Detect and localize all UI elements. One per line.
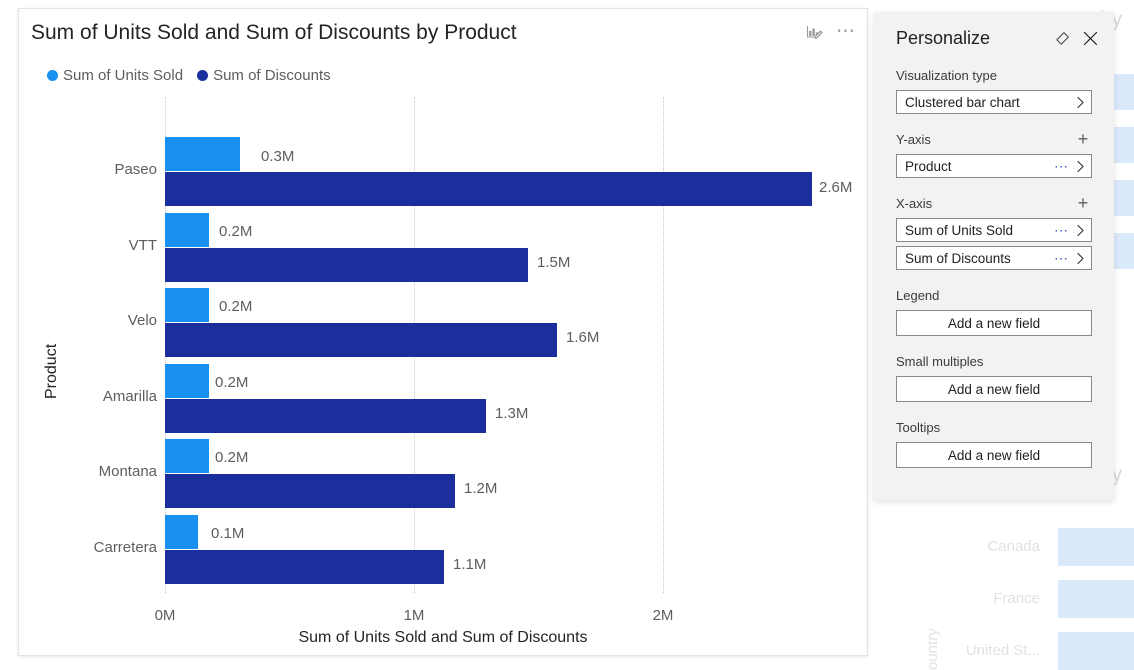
bar-label-units-sold-paseo: 0.3M	[261, 148, 295, 165]
group-label: Tooltips	[896, 419, 941, 435]
group-small-multiples: Small multiples Add a new field	[896, 350, 1092, 402]
background-category-label: France	[993, 590, 1040, 607]
bar-units-sold-velo[interactable]	[165, 288, 209, 322]
field-pill-product[interactable]: Product ⋯	[896, 154, 1092, 178]
visual-container[interactable]: Sum of Units Sold and Sum of Discounts b…	[18, 8, 868, 656]
group-label: X-axis	[896, 195, 933, 211]
chevron-right-icon	[1076, 224, 1085, 237]
bar-label-units-sold-carretera: 0.1M	[211, 525, 245, 542]
bar-discounts-montana[interactable]	[165, 474, 455, 508]
bar-label-units-sold-vtt: 0.2M	[219, 223, 253, 240]
x-axis-title: Sum of Units Sold and Sum of Discounts	[298, 629, 588, 646]
bar-discounts-amarilla[interactable]	[165, 399, 486, 433]
group-label: Small multiples	[896, 353, 984, 369]
bar-discounts-velo[interactable]	[165, 323, 557, 357]
chevron-right-icon	[1076, 160, 1085, 173]
add-new-field-tooltips[interactable]: Add a new field	[896, 442, 1092, 468]
background-category-label: Canada	[987, 538, 1040, 555]
close-x-icon[interactable]	[1076, 24, 1104, 52]
group-header: Visualization type	[896, 64, 1092, 86]
bar-units-sold-amarilla[interactable]	[165, 364, 209, 398]
group-label: Legend	[896, 287, 940, 303]
eraser-reset-icon[interactable]	[1048, 24, 1076, 52]
field-pill-visualization-type[interactable]: Clustered bar chart	[896, 90, 1092, 114]
group-header: Legend	[896, 284, 1092, 306]
field-pill-label: Product	[905, 158, 952, 174]
chevron-right-icon	[1076, 252, 1085, 265]
field-pill-label: Sum of Discounts	[905, 250, 1011, 266]
background-category-label: United St...	[965, 642, 1040, 659]
bar-label-units-sold-amarilla: 0.2M	[215, 374, 249, 391]
group-header: Y-axis +	[896, 128, 1092, 150]
category-label-paseo: Paseo	[114, 161, 157, 178]
field-pill-sum-of-units-sold[interactable]: Sum of Units Sold ⋯	[896, 218, 1092, 242]
add-new-field-label: Add a new field	[947, 381, 1041, 397]
bar-units-sold-paseo[interactable]	[165, 137, 240, 171]
bar-units-sold-carretera[interactable]	[165, 515, 198, 549]
field-options-ellipsis-icon[interactable]: ⋯	[1054, 251, 1069, 265]
bar-label-discounts-velo: 1.6M	[566, 329, 600, 346]
bar-discounts-carretera[interactable]	[165, 550, 444, 584]
bar-label-discounts-montana: 1.2M	[464, 480, 498, 497]
bar-label-discounts-paseo: 2.6M	[819, 179, 853, 196]
category-label-velo: Velo	[127, 312, 157, 329]
personalize-pane: Personalize Visualization type Clustered…	[874, 12, 1114, 500]
x-tick-0m: 0M	[154, 607, 176, 624]
group-visualization-type: Visualization type Clustered bar chart	[896, 64, 1092, 114]
add-field-plus-icon-y-axis[interactable]: +	[1074, 130, 1092, 148]
background-bar	[1058, 580, 1134, 618]
field-options-ellipsis-icon[interactable]: ⋯	[1054, 223, 1069, 237]
x-tick-1m: 1M	[403, 607, 425, 624]
bar-units-sold-vtt[interactable]	[165, 213, 209, 247]
field-options-ellipsis-icon[interactable]: ⋯	[1054, 159, 1069, 173]
category-label-carretera: Carretera	[93, 539, 157, 556]
group-header: Tooltips	[896, 416, 1092, 438]
group-label: Y-axis	[896, 131, 931, 147]
group-tooltips: Tooltips Add a new field	[896, 416, 1092, 468]
x-tick-2m: 2M	[652, 607, 674, 624]
bar-label-units-sold-velo: 0.2M	[219, 298, 253, 315]
bar-label-discounts-vtt: 1.5M	[537, 254, 571, 271]
personalize-header: Personalize	[874, 12, 1114, 64]
field-pill-label: Clustered bar chart	[905, 94, 1020, 110]
background-bar	[1058, 632, 1134, 670]
chevron-right-icon	[1076, 96, 1085, 109]
background-bar	[1058, 528, 1134, 566]
personalize-title: Personalize	[896, 27, 991, 48]
bar-discounts-vtt[interactable]	[165, 248, 528, 282]
group-y-axis: Y-axis + Product ⋯	[896, 128, 1092, 178]
category-label-vtt: VTT	[128, 237, 157, 254]
personalize-body: Visualization type Clustered bar chart Y…	[874, 64, 1114, 482]
group-legend: Legend Add a new field	[896, 284, 1092, 336]
add-new-field-legend[interactable]: Add a new field	[896, 310, 1092, 336]
y-axis-title: Product	[43, 343, 60, 399]
field-pill-sum-of-discounts[interactable]: Sum of Discounts ⋯	[896, 246, 1092, 270]
bar-label-discounts-amarilla: 1.3M	[495, 405, 529, 422]
group-label: Visualization type	[896, 67, 997, 83]
bar-units-sold-montana[interactable]	[165, 439, 209, 473]
add-new-field-label: Add a new field	[947, 447, 1041, 463]
group-x-axis: X-axis + Sum of Units Sold ⋯ Sum of Disc…	[896, 192, 1092, 270]
group-header: X-axis +	[896, 192, 1092, 214]
plot-area: Paseo 0.3M 2.6M VTT 0.2M 1.5M Velo 0.2M …	[19, 9, 867, 655]
add-new-field-small-multiples[interactable]: Add a new field	[896, 376, 1092, 402]
bar-label-units-sold-montana: 0.2M	[215, 449, 249, 466]
add-new-field-label: Add a new field	[947, 315, 1041, 331]
bar-label-discounts-carretera: 1.1M	[453, 556, 487, 573]
add-field-plus-icon-x-axis[interactable]: +	[1074, 194, 1092, 212]
bar-discounts-paseo[interactable]	[165, 172, 812, 206]
field-pill-label: Sum of Units Sold	[905, 222, 1014, 238]
group-header: Small multiples	[896, 350, 1092, 372]
category-label-montana: Montana	[98, 463, 157, 480]
